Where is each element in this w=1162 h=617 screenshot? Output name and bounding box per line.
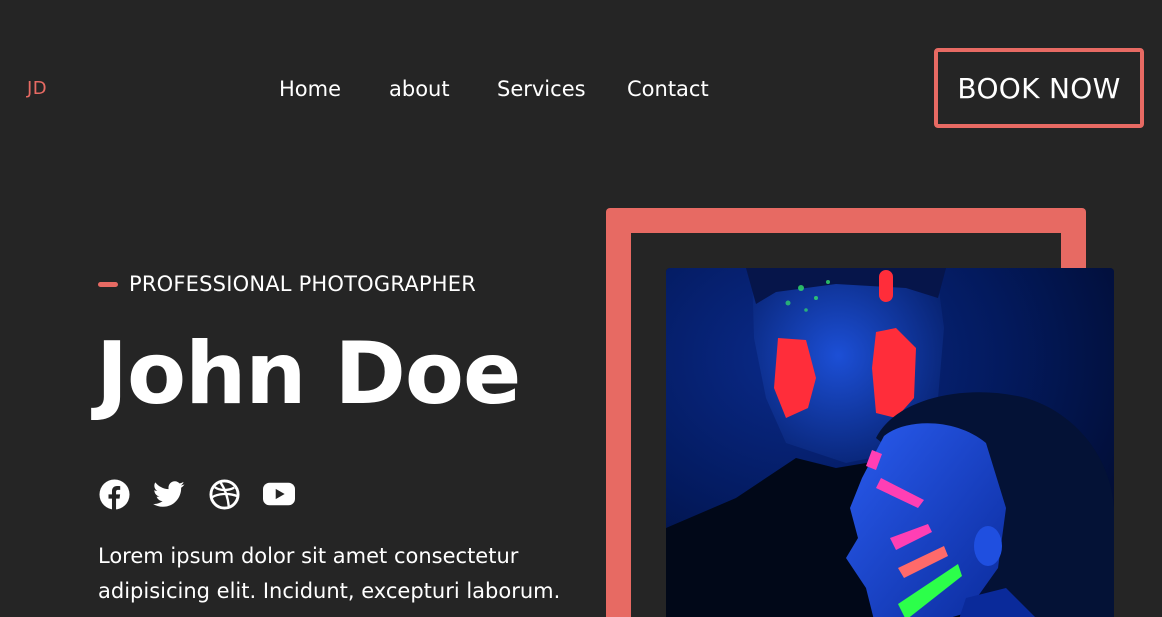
youtube-icon[interactable]: [263, 478, 295, 510]
nav-link-services[interactable]: Services: [497, 76, 586, 102]
book-now-button[interactable]: BOOK NOW: [934, 48, 1144, 128]
landing-page: JD Home about Services Contact BOOK NOW …: [0, 0, 1162, 617]
twitter-icon[interactable]: [153, 478, 185, 510]
hero-description: Lorem ipsum dolor sit amet consectetur a…: [98, 544, 561, 603]
dribbble-icon[interactable]: [208, 478, 240, 510]
hero-name: John Doe: [96, 324, 521, 424]
hero-photo: [666, 268, 1114, 617]
nav-link-about[interactable]: about: [389, 76, 450, 102]
facebook-icon[interactable]: [98, 478, 130, 510]
hero-eyebrow: PROFESSIONAL PHOTOGRAPHER: [98, 272, 476, 296]
nav-link-contact[interactable]: Contact: [627, 76, 709, 102]
site-logo[interactable]: JD: [27, 78, 47, 99]
nav-link-home[interactable]: Home: [279, 76, 341, 102]
eyebrow-dash: [98, 281, 118, 287]
social-links: [98, 478, 318, 510]
eyebrow-text: PROFESSIONAL PHOTOGRAPHER: [129, 272, 476, 296]
